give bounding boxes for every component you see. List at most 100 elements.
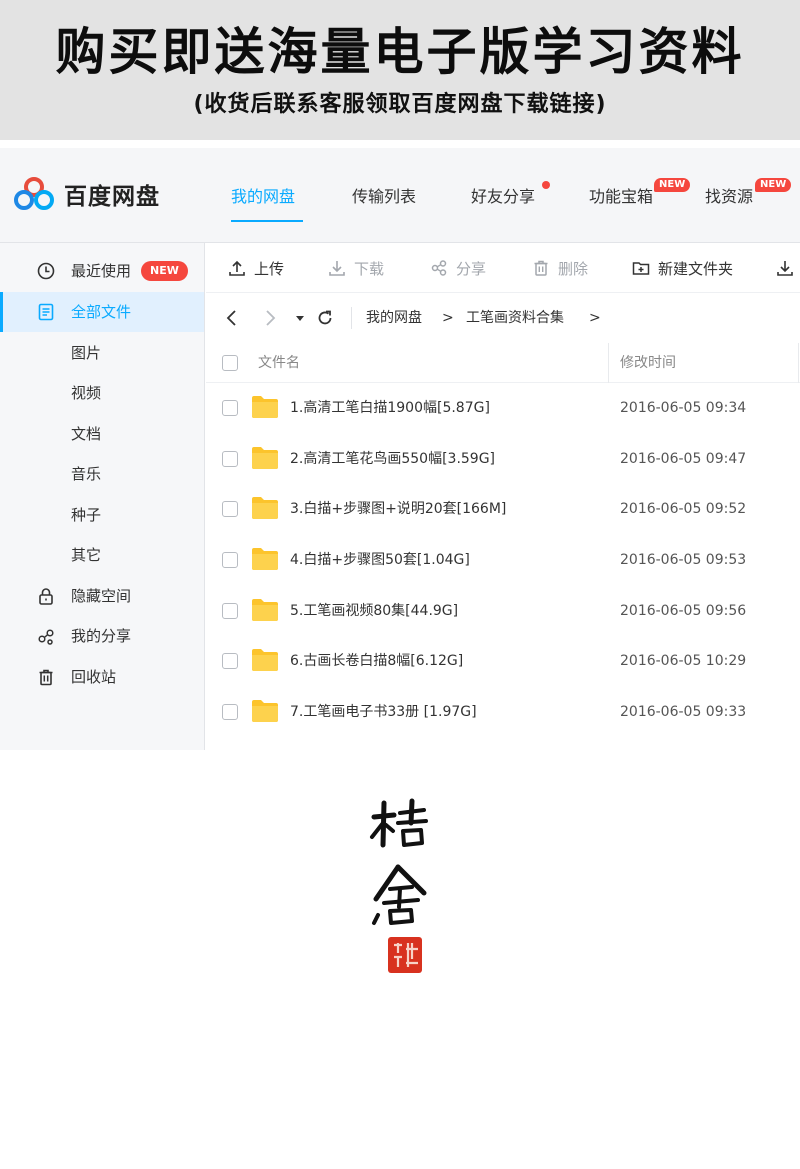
tab-transfer-list[interactable]: 传输列表	[352, 183, 416, 207]
sidebar-item-images[interactable]: 图片	[0, 333, 204, 373]
file-modified-time: 2016-06-05 09:53	[620, 552, 747, 568]
app-logo[interactable]: 百度网盘	[14, 176, 160, 212]
forward-chevron-icon[interactable]	[260, 308, 280, 328]
tab-toolbox[interactable]: 功能宝箱	[589, 183, 653, 207]
notification-dot	[542, 181, 550, 189]
select-all-checkbox[interactable]	[222, 355, 238, 371]
file-row[interactable]: 5.工笔画视频80集[44.9G] 2016-06-05 09:56	[206, 586, 800, 636]
banner-subtitle: (收货后联系客服领取百度网盘下载链接)	[193, 92, 607, 117]
upload-icon	[229, 260, 245, 276]
row-checkbox[interactable]	[222, 501, 238, 517]
breadcrumb-separator: >	[589, 310, 601, 326]
calligraphy-seal-logo	[370, 798, 428, 973]
column-header-name[interactable]: 文件名	[258, 354, 300, 372]
file-name[interactable]: 2.高清工笔花鸟画550幅[3.59G]	[290, 449, 495, 469]
app-header: 百度网盘 我的网盘 传输列表 好友分享 功能宝箱 NEW 找资源 NEW	[0, 148, 800, 243]
folder-icon	[252, 447, 278, 469]
file-row[interactable]: 6.古画长卷白描8幅[6.12G] 2016-06-05 10:29	[206, 636, 800, 686]
recent-new-badge: NEW	[141, 261, 188, 281]
file-name[interactable]: 1.高清工笔白描1900幅[5.87G]	[290, 398, 490, 418]
tab-my-cloud[interactable]: 我的网盘	[231, 183, 295, 207]
share-button[interactable]: 分享	[430, 258, 486, 278]
file-modified-time: 2016-06-05 09:47	[620, 451, 747, 467]
delete-button[interactable]: 删除	[532, 258, 588, 278]
sidebar-item-label: 回收站	[71, 668, 117, 686]
row-checkbox[interactable]	[222, 653, 238, 669]
file-row[interactable]: 2.高清工笔花鸟画550幅[3.59G] 2016-06-05 09:47	[206, 434, 800, 484]
sidebar-item-music[interactable]: 音乐	[0, 454, 204, 494]
offline-download-button[interactable]	[776, 258, 800, 278]
file-modified-time: 2016-06-05 09:56	[620, 603, 747, 619]
folder-icon	[252, 396, 278, 418]
sidebar-item-my-shares[interactable]: 我的分享	[0, 616, 204, 656]
sidebar-item-recycle-bin[interactable]: 回收站	[0, 657, 204, 697]
signature-brushwork	[370, 798, 428, 925]
file-name[interactable]: 3.白描+步骤图+说明20套[166M]	[290, 499, 506, 519]
new-folder-button[interactable]: 新建文件夹	[632, 258, 733, 278]
row-checkbox[interactable]	[222, 704, 238, 720]
sidebar-item-label: 图片	[71, 344, 102, 362]
breadcrumb-current-folder[interactable]: 工笔画资料合集	[466, 308, 564, 328]
clock-icon	[37, 262, 55, 280]
download-icon	[777, 261, 793, 276]
column-header-modified[interactable]: 修改时间	[620, 354, 676, 372]
find-resources-new-badge: NEW	[755, 178, 792, 192]
row-checkbox[interactable]	[222, 451, 238, 467]
lock-icon	[39, 588, 53, 605]
row-checkbox[interactable]	[222, 603, 238, 619]
folder-icon	[252, 649, 278, 671]
file-row[interactable]: 4.白描+步骤图50套[1.04G] 2016-06-05 09:53	[206, 535, 800, 585]
file-modified-time: 2016-06-05 10:29	[620, 653, 747, 669]
sidebar-item-all-files[interactable]: 全部文件	[0, 292, 204, 332]
sidebar-item-label: 文档	[71, 425, 102, 443]
sidebar-item-hidden-space[interactable]: 隐藏空间	[0, 576, 204, 616]
sidebar-item-documents[interactable]: 文档	[0, 414, 204, 454]
sidebar-item-recent[interactable]: 最近使用 NEW	[0, 251, 204, 291]
row-checkbox[interactable]	[222, 400, 238, 416]
tab-friend-share[interactable]: 好友分享	[471, 183, 535, 207]
upload-button[interactable]: 上传	[228, 258, 284, 278]
sidebar-item-other[interactable]: 其它	[0, 535, 204, 575]
baidu-cloud-logo-icon	[14, 177, 54, 210]
share-icon	[38, 629, 54, 645]
trash-icon	[39, 669, 53, 686]
back-chevron-icon[interactable]	[222, 308, 242, 328]
sidebar-item-label: 我的分享	[71, 627, 132, 645]
share-icon	[431, 260, 447, 276]
file-name[interactable]: 4.白描+步骤图50套[1.04G]	[290, 550, 470, 570]
delete-label: 删除	[558, 259, 589, 278]
download-button[interactable]: 下载	[328, 258, 384, 278]
file-name[interactable]: 5.工笔画视频80集[44.9G]	[290, 601, 458, 621]
file-modified-time: 2016-06-05 09:52	[620, 501, 747, 517]
sidebar-item-videos[interactable]: 视频	[0, 373, 204, 413]
history-dropdown-icon[interactable]	[290, 308, 310, 328]
banner-title: 购买即送海量电子版学习资料	[55, 23, 745, 81]
file-name[interactable]: 6.古画长卷白描8幅[6.12G]	[290, 651, 463, 671]
path-bar: 我的网盘 > 工笔画资料合集 >	[206, 293, 800, 343]
download-icon	[329, 261, 345, 276]
trash-icon	[534, 260, 548, 276]
file-list-header: 文件名 修改时间	[206, 343, 800, 383]
file-row[interactable]: 7.工笔画电子书33册 [1.97G] 2016-06-05 09:33	[206, 687, 800, 737]
file-row[interactable]: 3.白描+步骤图+说明20套[166M] 2016-06-05 09:52	[206, 484, 800, 534]
tab-find-resources[interactable]: 找资源	[705, 183, 753, 207]
app-name: 百度网盘	[64, 184, 160, 210]
file-modified-time: 2016-06-05 09:34	[620, 400, 747, 416]
breadcrumb-separator: >	[442, 310, 454, 326]
row-checkbox[interactable]	[222, 552, 238, 568]
red-stamp	[388, 937, 422, 973]
file-row[interactable]: 1.高清工笔白描1900幅[5.87G] 2016-06-05 09:34	[206, 383, 800, 433]
share-label: 分享	[456, 259, 487, 278]
new-folder-icon	[632, 262, 650, 275]
breadcrumb-my-cloud[interactable]: 我的网盘	[366, 308, 422, 328]
folder-icon	[252, 599, 278, 621]
sidebar-item-label: 音乐	[71, 465, 102, 483]
sidebar-item-label: 最近使用	[71, 262, 132, 280]
refresh-icon[interactable]	[315, 308, 335, 328]
sidebar-item-torrents[interactable]: 种子	[0, 495, 204, 535]
path-divider	[351, 307, 352, 329]
document-icon	[38, 303, 54, 321]
new-folder-label: 新建文件夹	[658, 259, 734, 278]
toolbar: 上传 下载 分享 删除 新建文件夹	[206, 243, 800, 293]
file-name[interactable]: 7.工笔画电子书33册 [1.97G]	[290, 702, 477, 722]
